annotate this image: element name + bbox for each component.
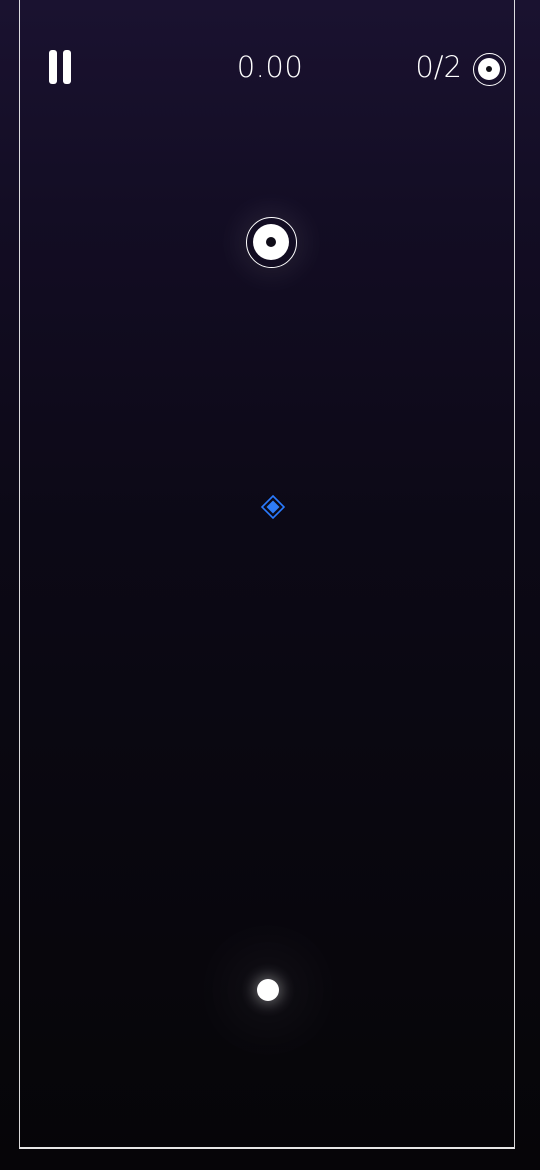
- game-screen[interactable]: 0.00 0/2: [0, 0, 540, 1170]
- diamond-icon: [261, 495, 285, 519]
- pause-button[interactable]: [46, 50, 74, 86]
- timer-display: 0.00: [236, 50, 304, 84]
- playfield-border: [19, 0, 515, 1149]
- ring-target-icon: [246, 217, 297, 268]
- pause-icon: [49, 50, 57, 84]
- pause-icon-bar: [63, 50, 71, 84]
- target-icon-core: [486, 66, 492, 72]
- targets-counter: 0/2: [415, 50, 462, 84]
- target-counter-icon: [473, 53, 506, 86]
- ring-target-core: [266, 237, 276, 247]
- ball-icon: [257, 979, 279, 1001]
